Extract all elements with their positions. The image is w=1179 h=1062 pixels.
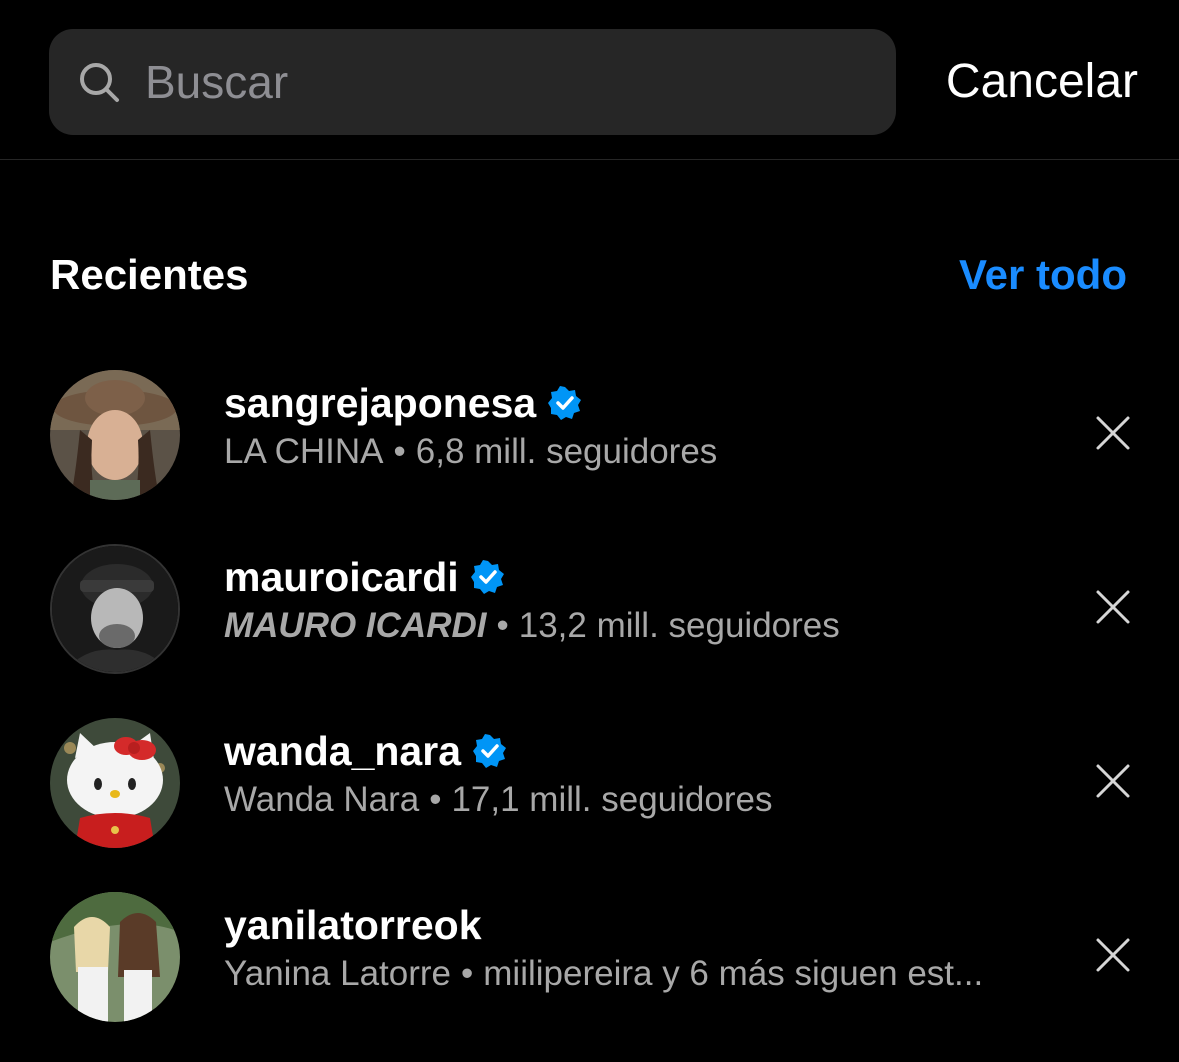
result-username: sangrejaponesa xyxy=(224,378,582,428)
remove-recent-button[interactable] xyxy=(1094,414,1132,452)
remove-recent-button[interactable] xyxy=(1094,936,1132,974)
recents-title: Recientes xyxy=(50,251,249,298)
remove-recent-button[interactable] xyxy=(1094,762,1132,800)
verified-badge-icon xyxy=(470,560,505,594)
result-username: mauroicardi xyxy=(224,552,505,602)
avatar[interactable] xyxy=(50,718,180,848)
search-bar[interactable] xyxy=(49,29,896,135)
avatar[interactable] xyxy=(50,370,180,500)
follower-count: 13,2 mill. seguidores xyxy=(518,606,840,645)
result-username: wanda_nara xyxy=(224,726,507,776)
recent-item[interactable]: wanda_nara Wanda Nara • 17,1 mill. seguido… xyxy=(0,708,1179,858)
verified-badge-icon xyxy=(473,734,507,768)
username-text: mauroicardi xyxy=(224,554,459,600)
separator-dot: • xyxy=(429,780,442,819)
recent-item[interactable]: sangrejaponesa LA CHINA • 6,8 mill. seguid… xyxy=(0,360,1179,510)
full-name: Wanda Nara xyxy=(224,780,420,819)
full-name: Yanina Latorre xyxy=(224,954,452,993)
mutual-followers: miilipereira y 6 más siguen est... xyxy=(483,954,984,993)
username-text: yanilatorreok xyxy=(224,902,482,948)
recent-item[interactable]: mauroicardi MAURO ICARDI • 13,2 mill. segu… xyxy=(0,534,1179,684)
search-icon xyxy=(80,63,119,102)
full-name: LA CHINA xyxy=(224,432,384,471)
remove-recent-button[interactable] xyxy=(1094,588,1132,626)
follower-count: 6,8 mill. seguidores xyxy=(415,432,718,471)
see-all-link[interactable]: Ver todo xyxy=(959,248,1127,302)
result-subtitle: LA CHINA • 6,8 mill. seguidores xyxy=(224,430,717,474)
verified-badge-icon xyxy=(548,386,582,420)
full-name: MAURO ICARDI xyxy=(224,606,487,645)
avatar[interactable] xyxy=(50,544,180,674)
avatar[interactable] xyxy=(50,892,180,1022)
result-subtitle: Wanda Nara • 17,1 mill. seguidores xyxy=(224,778,772,822)
close-icon xyxy=(1096,416,1130,450)
close-icon xyxy=(1096,590,1130,624)
close-icon xyxy=(1096,938,1130,972)
username-text: sangrejaponesa xyxy=(224,380,537,426)
result-subtitle: MAURO ICARDI • 13,2 mill. seguidores xyxy=(224,604,840,648)
search-input[interactable] xyxy=(145,55,825,109)
close-icon xyxy=(1096,764,1130,798)
separator-dot: • xyxy=(393,432,406,471)
username-text: wanda_nara xyxy=(224,728,461,774)
cancel-button[interactable]: Cancelar xyxy=(946,52,1138,112)
result-username: yanilatorreok xyxy=(224,900,482,950)
follower-count: 17,1 mill. seguidores xyxy=(451,780,773,819)
separator-dot: • xyxy=(461,954,474,993)
header-divider xyxy=(0,159,1179,160)
recent-item[interactable]: yanilatorreok Yanina Latorre • miilipereir… xyxy=(0,882,1179,1032)
search-screen: Cancelar Recientes Ver todo sangrejapone… xyxy=(0,0,1179,1062)
result-subtitle: Yanina Latorre • miilipereira y 6 más sigu… xyxy=(224,952,983,996)
separator-dot: • xyxy=(496,606,509,645)
